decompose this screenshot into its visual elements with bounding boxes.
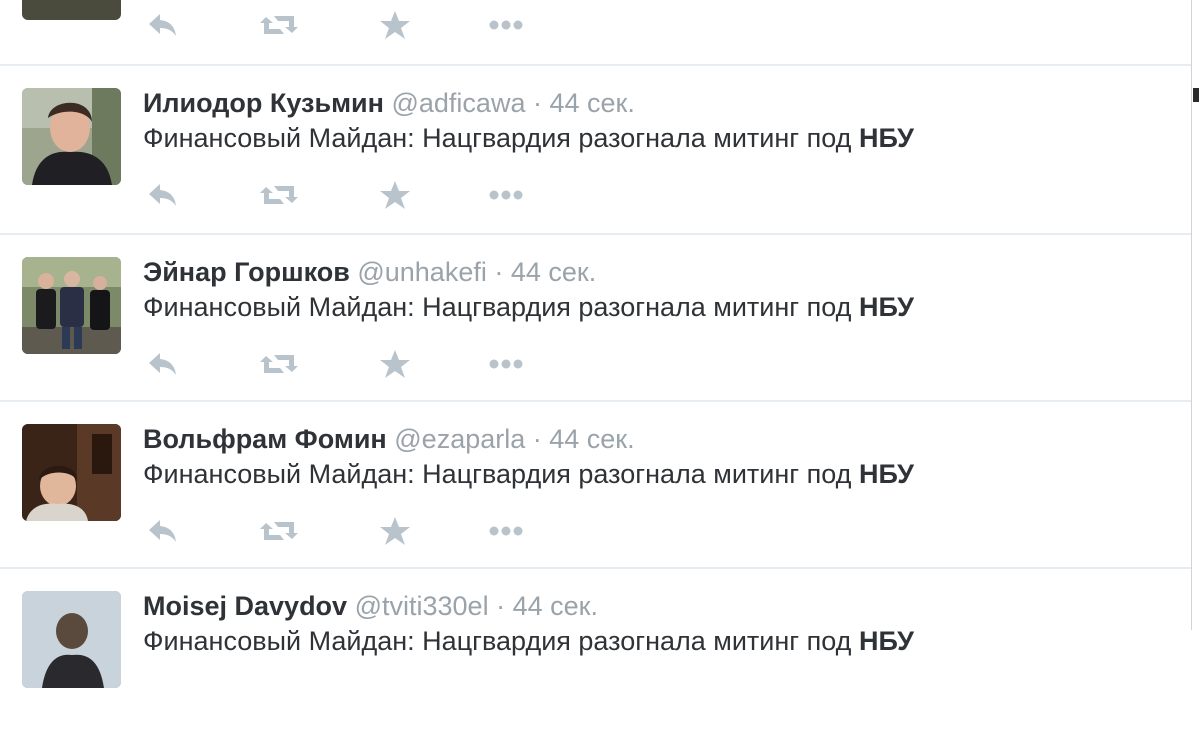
more-icon[interactable] bbox=[488, 8, 528, 42]
reply-icon[interactable] bbox=[146, 347, 180, 381]
tweet-text-bold: НБУ bbox=[858, 459, 914, 489]
tweet-timestamp[interactable]: · 44 сек. bbox=[533, 424, 635, 454]
favorite-icon[interactable] bbox=[378, 514, 412, 548]
tweet-timestamp[interactable]: · 44 сек. bbox=[494, 257, 596, 287]
avatar[interactable] bbox=[22, 88, 121, 185]
tweet-text: Финансовый Майдан: Нацгвардия разогнала … bbox=[143, 624, 914, 658]
window-edge-mark bbox=[1193, 88, 1199, 102]
favorite-icon[interactable] bbox=[378, 8, 412, 42]
timeline-panel: Илиодор Кузьмин @adficawa · 44 сек. Фина… bbox=[0, 0, 1192, 688]
tweet-text-body: Финансовый Майдан: Нацгвардия разогнала … bbox=[143, 626, 852, 656]
tweet-timestamp[interactable]: · 44 сек. bbox=[533, 88, 635, 118]
more-icon[interactable] bbox=[488, 514, 528, 548]
more-icon[interactable] bbox=[488, 178, 528, 212]
tweet[interactable]: Вольфрам Фомин @ezaparla · 44 сек. Финан… bbox=[0, 400, 1191, 566]
retweet-icon[interactable] bbox=[258, 8, 300, 42]
avatar[interactable] bbox=[22, 591, 121, 688]
tweet-text-bold: НБУ bbox=[858, 626, 914, 656]
tweet-text-bold: НБУ bbox=[858, 292, 914, 322]
favorite-icon[interactable] bbox=[378, 347, 412, 381]
retweet-icon[interactable] bbox=[258, 514, 300, 548]
reply-icon[interactable] bbox=[146, 8, 180, 42]
author-handle[interactable]: @adficawa bbox=[391, 88, 525, 118]
tweet[interactable]: Moisej Davydov @tviti330el · 44 сек. Фин… bbox=[0, 567, 1191, 733]
author-name[interactable]: Вольфрам Фомин bbox=[143, 424, 387, 454]
avatar[interactable] bbox=[22, 257, 121, 354]
tweet-header: Вольфрам Фомин @ezaparla · 44 сек. bbox=[143, 422, 635, 456]
tweet-text: Финансовый Майдан: Нацгвардия разогнала … bbox=[143, 290, 914, 324]
author-name[interactable]: Moisej Davydov bbox=[143, 591, 347, 621]
more-icon[interactable] bbox=[488, 347, 528, 381]
reply-icon[interactable] bbox=[146, 178, 180, 212]
retweet-icon[interactable] bbox=[258, 347, 300, 381]
author-handle[interactable]: @unhakefi bbox=[357, 257, 487, 287]
reply-icon[interactable] bbox=[146, 514, 180, 548]
tweet-header: Илиодор Кузьмин @adficawa · 44 сек. bbox=[143, 86, 635, 120]
tweet-text-body: Финансовый Майдан: Нацгвардия разогнала … bbox=[143, 292, 852, 322]
author-name[interactable]: Илиодор Кузьмин bbox=[143, 88, 384, 118]
tweet[interactable]: Эйнар Горшков @unhakefi · 44 сек. Финанс… bbox=[0, 233, 1191, 399]
author-handle[interactable]: @ezaparla bbox=[394, 424, 525, 454]
avatar[interactable] bbox=[22, 424, 121, 521]
author-handle[interactable]: @tviti330el bbox=[355, 591, 489, 621]
tweet-text-bold: НБУ bbox=[858, 123, 914, 153]
tweet-text: Финансовый Майдан: Нацгвардия разогнала … bbox=[143, 121, 914, 155]
tweet-text-body: Финансовый Майдан: Нацгвардия разогнала … bbox=[143, 123, 852, 153]
previous-tweet-partial[interactable] bbox=[0, 0, 1191, 64]
retweet-icon[interactable] bbox=[258, 178, 300, 212]
author-name[interactable]: Эйнар Горшков bbox=[143, 257, 350, 287]
favorite-icon[interactable] bbox=[378, 178, 412, 212]
tweet-text: Финансовый Майдан: Нацгвардия разогнала … bbox=[143, 457, 914, 491]
tweet[interactable]: Илиодор Кузьмин @adficawa · 44 сек. Фина… bbox=[0, 64, 1191, 230]
tweet-timestamp[interactable]: · 44 сек. bbox=[496, 591, 598, 621]
tweet-header: Moisej Davydov @tviti330el · 44 сек. bbox=[143, 589, 598, 623]
tweet-header: Эйнар Горшков @unhakefi · 44 сек. bbox=[143, 255, 596, 289]
avatar[interactable] bbox=[22, 0, 121, 20]
tweet-text-body: Финансовый Майдан: Нацгвардия разогнала … bbox=[143, 459, 852, 489]
